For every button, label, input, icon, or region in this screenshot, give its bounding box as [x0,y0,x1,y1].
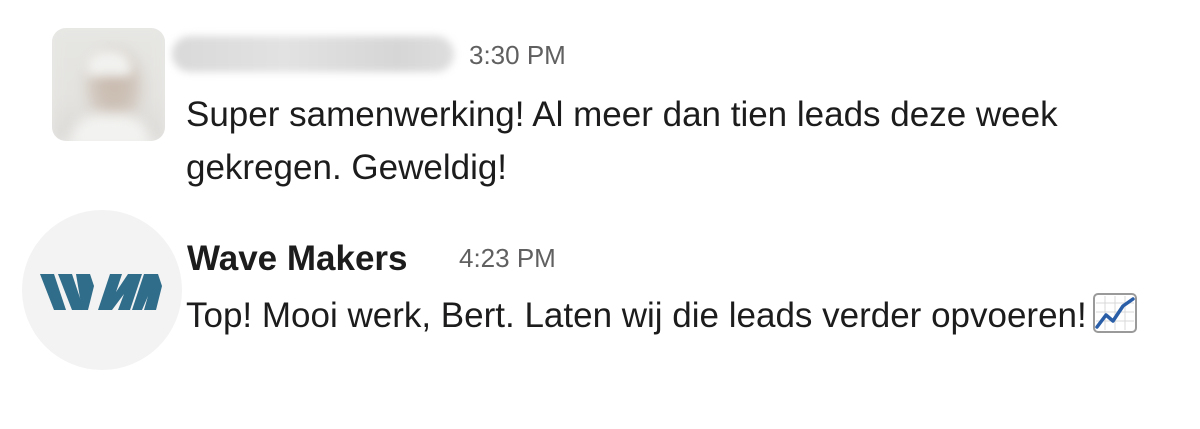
wave-makers-logo-icon [40,274,162,310]
message-text: Super samenwerking! Al meer dan tien lea… [186,95,1058,187]
avatar[interactable] [52,28,165,141]
avatar[interactable] [22,210,182,370]
message-item: Wave Makers 4:23 PM Top! Mooi werk, Bert… [0,200,1200,429]
message-body: Top! Mooi werk, Bert. Laten wij die lead… [186,288,1146,343]
message-timestamp[interactable]: 4:23 PM [459,243,556,273]
message-timestamp[interactable]: 3:30 PM [469,40,566,70]
message-item: 3:30 PM Super samenwerking! Al meer dan … [0,0,1200,200]
chart-increasing-icon [1092,293,1137,333]
sender-name-redacted[interactable] [172,36,454,72]
message-text: Top! Mooi werk, Bert. Laten wij die lead… [186,296,1087,335]
avatar-photo-detail [86,50,132,76]
sender-name[interactable]: Wave Makers [187,238,408,280]
